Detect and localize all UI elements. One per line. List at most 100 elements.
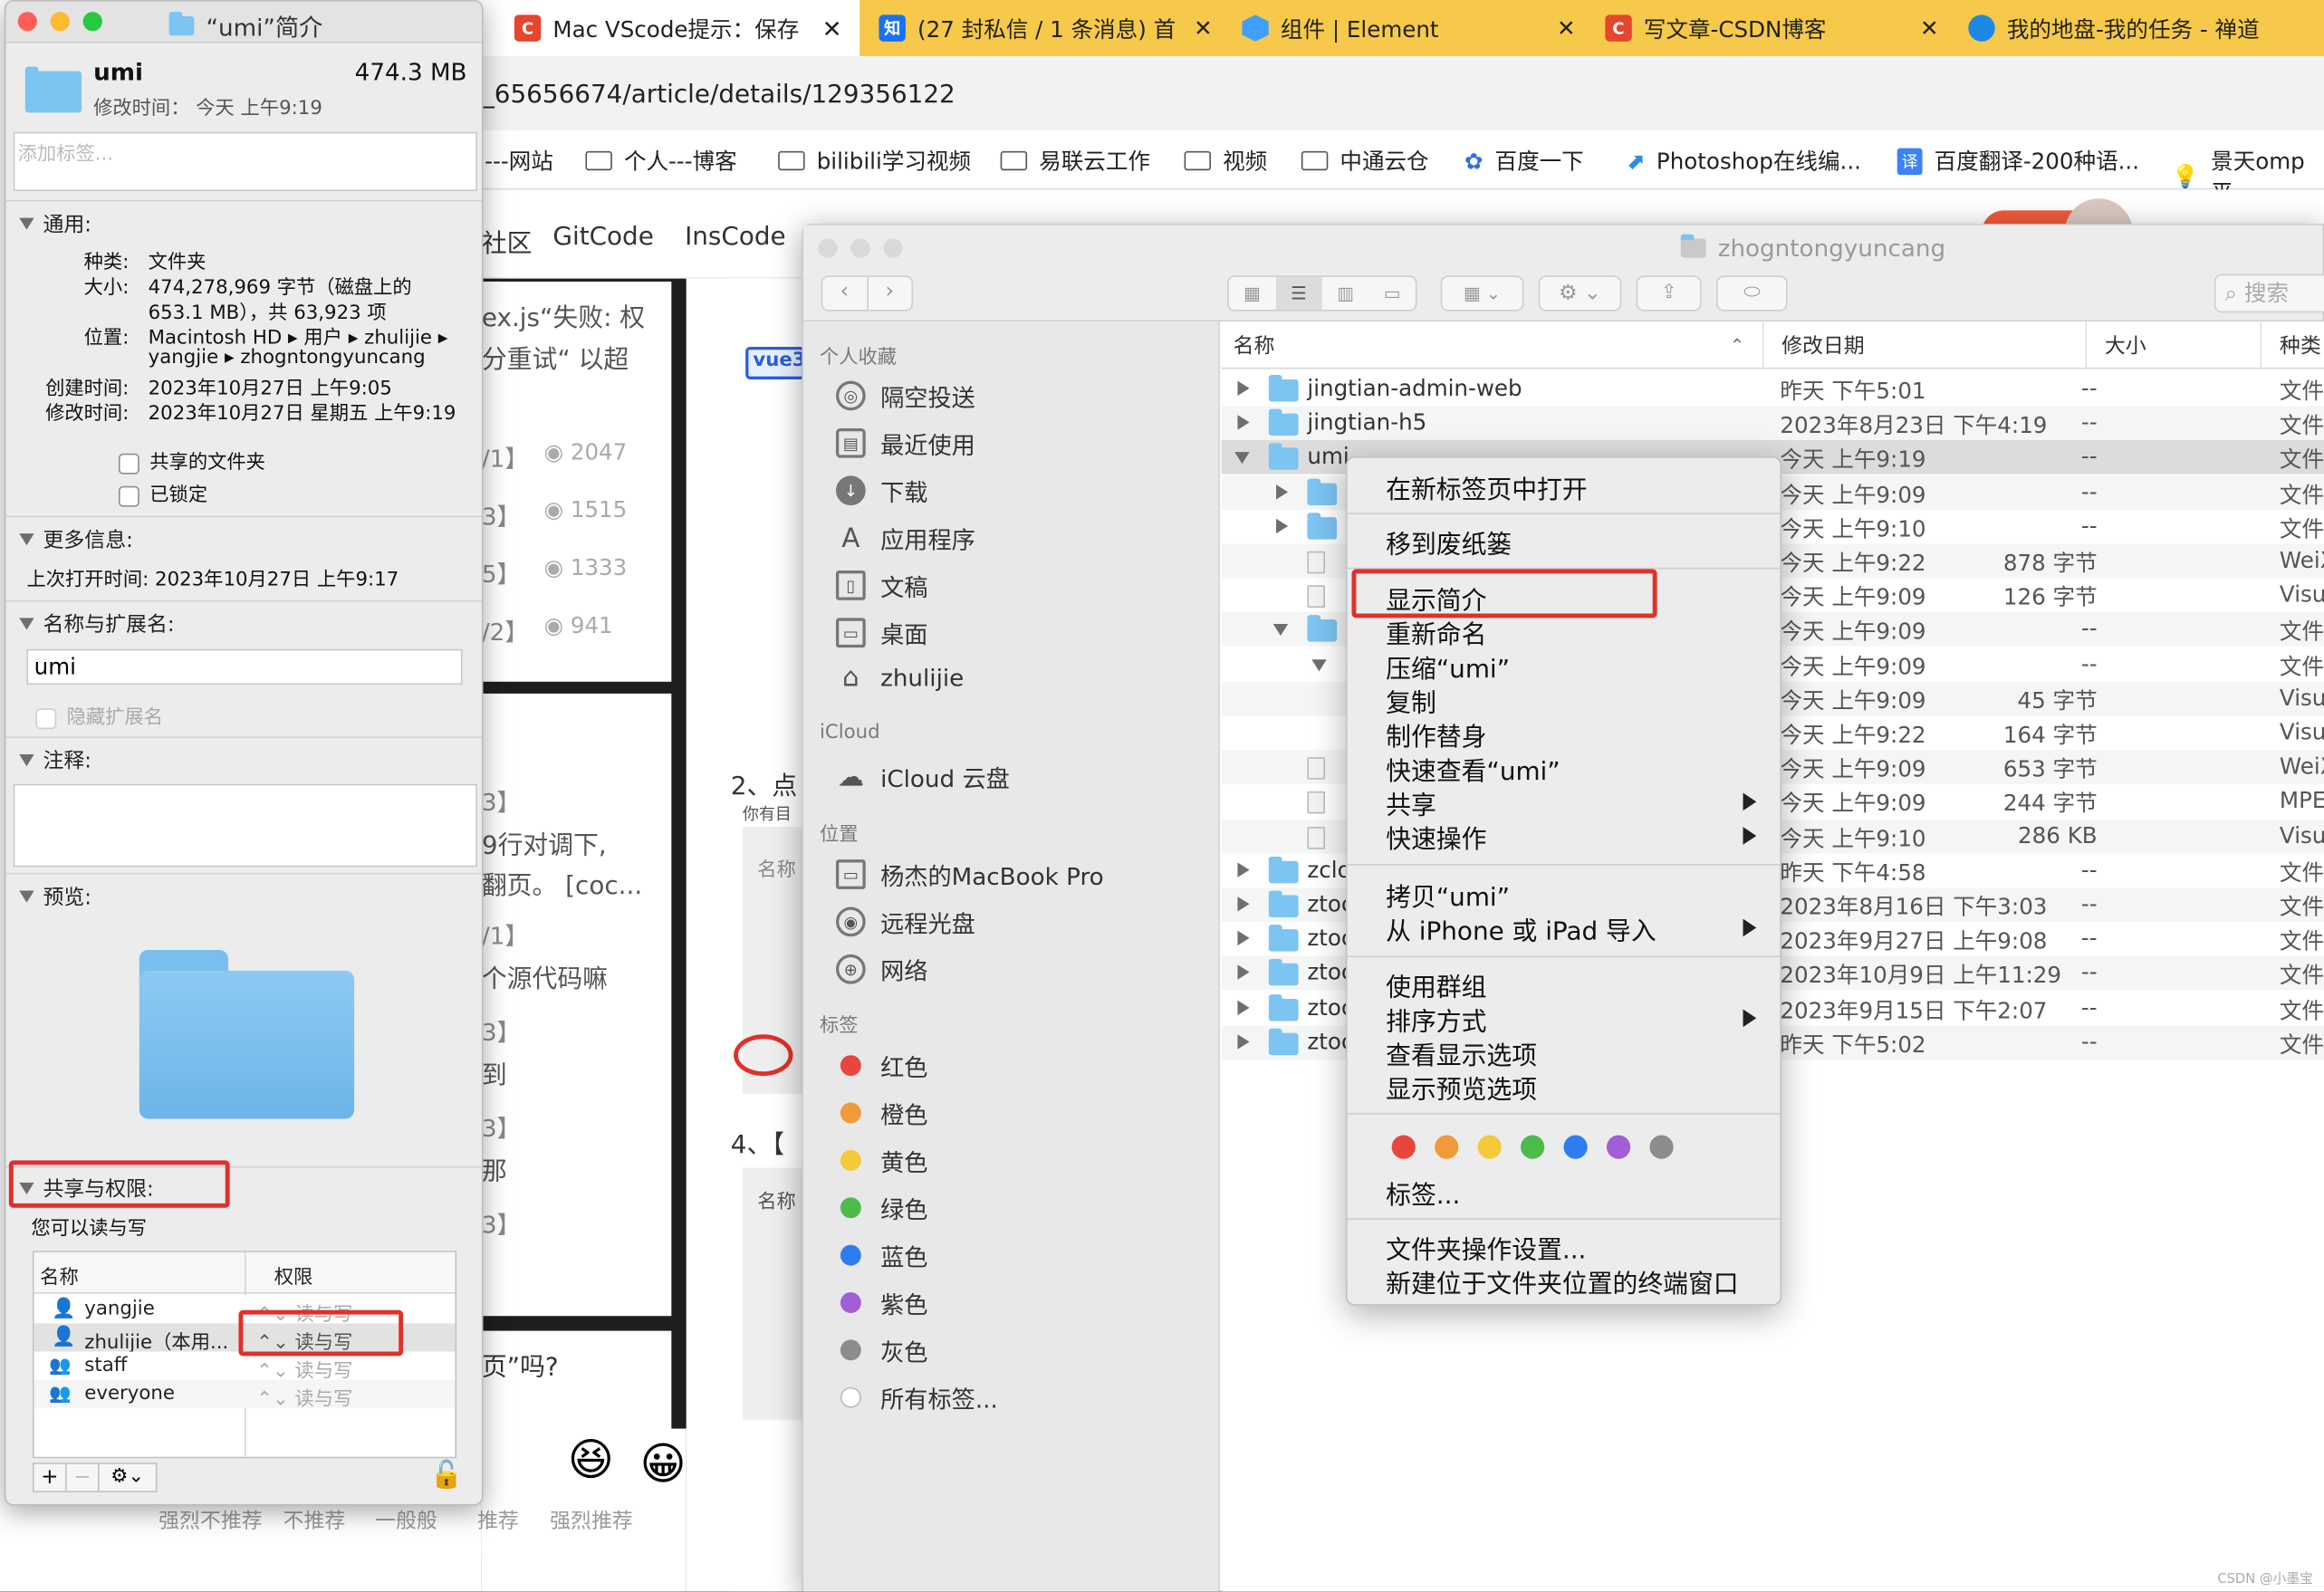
- bookmark-item[interactable]: 易联云工作: [1000, 145, 1150, 176]
- green-tag-icon[interactable]: [1521, 1135, 1545, 1159]
- locked-checkbox[interactable]: 已锁定: [118, 479, 207, 507]
- red-tag-icon[interactable]: [1391, 1135, 1416, 1159]
- menu-item-show-preview-options[interactable]: 显示预览选项: [1386, 1069, 1537, 1106]
- gear-icon[interactable]: ⚙ ⌄: [1538, 275, 1622, 312]
- sidebar-tag-all[interactable]: 所有标签...: [836, 1380, 998, 1415]
- browser-tab-active[interactable]: C Mac VScode提示：保存 ✕: [481, 0, 860, 57]
- forward-button[interactable]: ›: [868, 277, 911, 310]
- orange-tag-icon[interactable]: [1435, 1135, 1459, 1159]
- menu-item-show-view-options[interactable]: 查看显示选项: [1386, 1034, 1537, 1071]
- close-icon[interactable]: ✕: [1194, 14, 1213, 41]
- permission-row[interactable]: 👥 everyone ⌃⌄ 读与写: [34, 1379, 456, 1411]
- disclosure-open-icon[interactable]: [1234, 452, 1250, 465]
- column-header-name[interactable]: 名称 ⌃: [1221, 321, 1764, 369]
- disclosure-closed-icon[interactable]: [1276, 518, 1289, 533]
- minimize-button[interactable]: [850, 238, 870, 258]
- bookmark-item[interactable]: ---网站: [485, 145, 553, 176]
- menu-item-move-to-trash[interactable]: 移到废纸篓: [1386, 523, 1512, 561]
- shared-folder-checkbox[interactable]: 共享的文件夹: [118, 446, 265, 475]
- add-button[interactable]: +: [34, 1463, 67, 1491]
- sidebar-tag-blue[interactable]: 蓝色: [836, 1237, 927, 1272]
- sidebar-tag-gray[interactable]: 灰色: [836, 1332, 927, 1367]
- sidebar-tag-yellow[interactable]: 黄色: [836, 1143, 927, 1178]
- icon-view-icon[interactable]: ▦: [1229, 277, 1276, 310]
- sidebar-tag-purple[interactable]: 紫色: [836, 1285, 927, 1320]
- menu-item-compress[interactable]: 压缩“umi”: [1386, 647, 1510, 685]
- list-view-icon[interactable]: ☰: [1275, 277, 1322, 311]
- name-field[interactable]: umi: [26, 648, 463, 686]
- sidebar-item-macbook[interactable]: ▭ 杨杰的MacBook Pro: [835, 857, 1104, 892]
- disclosure-open-icon[interactable]: [1272, 624, 1289, 637]
- disclosure-closed-icon[interactable]: [1237, 965, 1250, 981]
- menu-item-tags[interactable]: 标签...: [1386, 1174, 1460, 1211]
- group-button[interactable]: ▦ ⌄: [1440, 275, 1524, 312]
- sidebar-item-network[interactable]: ⊕ 网络: [835, 952, 927, 987]
- disclosure-closed-icon[interactable]: [1276, 484, 1289, 499]
- close-icon[interactable]: ✕: [1557, 14, 1576, 41]
- column-header-kind[interactable]: 种类: [2262, 321, 2324, 369]
- url-text[interactable]: _65656674/article/details/129356122: [482, 80, 956, 110]
- bookmark-item[interactable]: ✿ 百度一下: [1465, 145, 1584, 176]
- disclosure-closed-icon[interactable]: [1237, 999, 1250, 1015]
- sidebar-tag-orange[interactable]: 橙色: [836, 1095, 927, 1130]
- view-switcher[interactable]: ▦ ☰ ▥ ▭: [1227, 275, 1417, 312]
- menu-item-use-groups[interactable]: 使用群组: [1386, 966, 1486, 1003]
- bookmark-item[interactable]: 中通云仓: [1301, 145, 1429, 176]
- blue-tag-icon[interactable]: [1563, 1135, 1588, 1159]
- sidebar-item-recents[interactable]: ▤ 最近使用: [835, 426, 975, 461]
- remove-button[interactable]: −: [67, 1463, 100, 1491]
- browser-tab[interactable]: 我的地盘-我的任务 - 禅道: [1954, 0, 2324, 56]
- sidebar-tag-red[interactable]: 红色: [836, 1048, 927, 1083]
- sidebar-item-documents[interactable]: ▯ 文稿: [835, 568, 927, 603]
- menu-item-share[interactable]: 共享: [1386, 784, 1436, 821]
- gray-tag-icon[interactable]: [1649, 1135, 1674, 1159]
- menu-item-copy[interactable]: 拷贝“umi”: [1386, 876, 1510, 913]
- sidebar-item-remote-disc[interactable]: ◉ 远程光盘: [835, 904, 975, 939]
- sidebar-item-desktop[interactable]: ▭ 桌面: [835, 615, 927, 650]
- disclosure-closed-icon[interactable]: [1237, 415, 1250, 430]
- disclosure-open-icon[interactable]: [1311, 658, 1327, 671]
- menu-item-rename[interactable]: 重新命名: [1386, 614, 1486, 651]
- close-icon[interactable]: ✕: [822, 14, 842, 43]
- search-input[interactable]: ⌕ 搜索: [2214, 273, 2324, 313]
- gear-icon[interactable]: ⚙⌄: [100, 1464, 156, 1491]
- bookmark-item[interactable]: 视频: [1184, 145, 1267, 176]
- sidebar-item-airdrop[interactable]: ◎ 隔空投送: [835, 378, 975, 413]
- section-preview[interactable]: 预览:: [19, 882, 91, 912]
- section-general[interactable]: 通用:: [19, 209, 91, 239]
- disclosure-closed-icon[interactable]: [1237, 380, 1250, 396]
- zoom-button[interactable]: [82, 12, 102, 32]
- browser-tab[interactable]: 组件 | Element ✕: [1227, 0, 1590, 56]
- yellow-tag-icon[interactable]: [1477, 1135, 1502, 1159]
- disclosure-closed-icon[interactable]: [1237, 897, 1250, 912]
- section-more-info[interactable]: 更多信息:: [19, 524, 133, 554]
- sidebar-item-applications[interactable]: A 应用程序: [836, 520, 975, 555]
- emoji-icon[interactable]: 😆: [568, 1434, 627, 1493]
- purple-tag-icon[interactable]: [1606, 1135, 1631, 1159]
- address-bar[interactable]: _65656674/article/details/129356122: [481, 56, 2324, 131]
- close-icon[interactable]: ✕: [1920, 14, 1939, 41]
- browser-tab[interactable]: 知 (27 封私信 / 1 条消息) 首 ✕: [864, 0, 1227, 56]
- sidebar-item-home[interactable]: ⌂ zhulijie: [836, 662, 964, 693]
- menu-item-sort-by[interactable]: 排序方式: [1386, 1001, 1486, 1038]
- bookmark-item[interactable]: 译百度翻译-200种语...: [1897, 145, 2139, 176]
- menu-item-quick-actions[interactable]: 快速操作: [1386, 818, 1486, 856]
- tag-icon[interactable]: ⬭: [1716, 275, 1788, 312]
- share-icon[interactable]: ⇪: [1636, 275, 1702, 312]
- column-view-icon[interactable]: ▥: [1322, 277, 1369, 310]
- hide-extension-checkbox[interactable]: 隐藏扩展名: [35, 701, 163, 729]
- zoom-button[interactable]: [883, 238, 903, 258]
- disclosure-closed-icon[interactable]: [1237, 862, 1250, 878]
- menu-item-import-from-iphone[interactable]: 从 iPhone 或 iPad 导入: [1386, 910, 1657, 947]
- sidebar-tag-green[interactable]: 绿色: [836, 1190, 927, 1225]
- disclosure-closed-icon[interactable]: [1237, 1033, 1250, 1050]
- menu-item-open-in-new-tab[interactable]: 在新标签页中打开: [1386, 468, 1588, 505]
- tags-input[interactable]: 添加标签...: [13, 131, 477, 192]
- column-header-size[interactable]: 大小: [2087, 321, 2262, 369]
- lock-icon[interactable]: 🔓: [430, 1460, 464, 1491]
- menu-item-quick-look[interactable]: 快速查看“umi”: [1386, 750, 1561, 787]
- browser-tab[interactable]: C 写文章-CSDN博客 ✕: [1590, 0, 1954, 56]
- comments-field[interactable]: [13, 783, 477, 868]
- menu-item-folder-actions[interactable]: 文件夹操作设置...: [1386, 1229, 1586, 1266]
- column-header-date[interactable]: 修改日期: [1763, 321, 2088, 369]
